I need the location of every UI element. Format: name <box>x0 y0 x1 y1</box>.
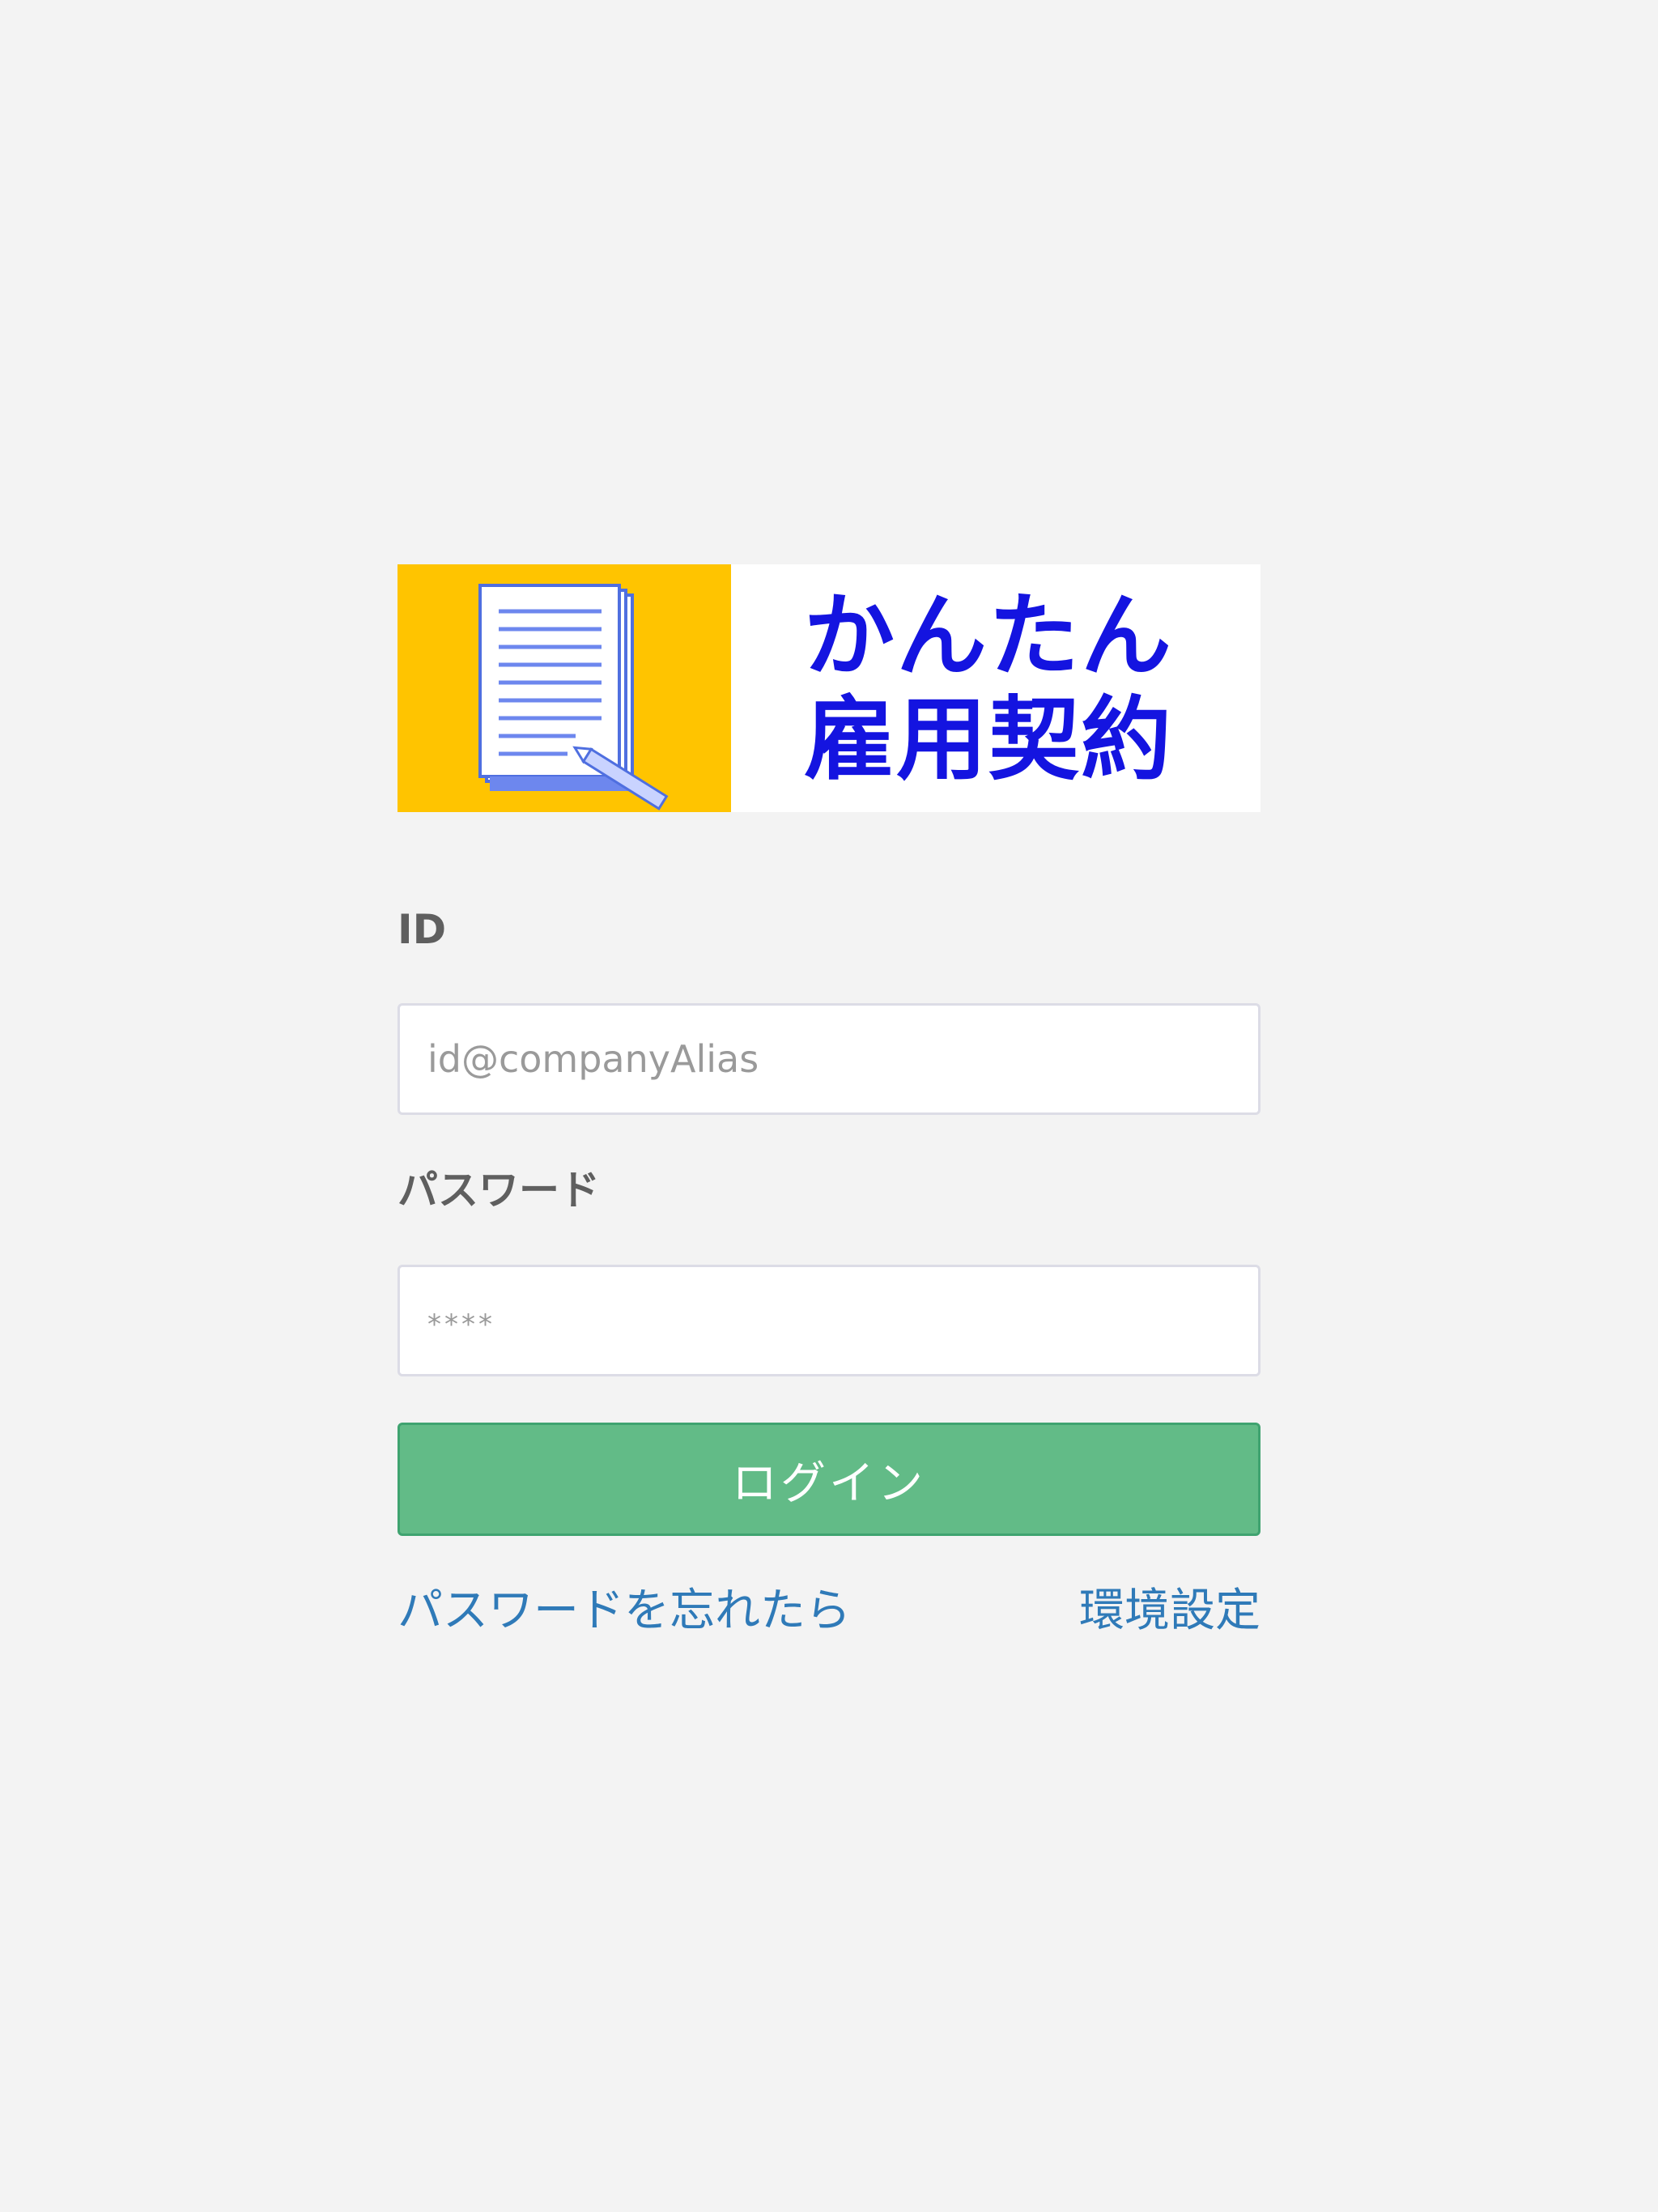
document-pencil-icon <box>478 584 669 810</box>
id-label: ID <box>397 906 447 953</box>
password-input[interactable] <box>397 1265 1261 1376</box>
id-input[interactable] <box>397 1003 1261 1115</box>
logo-title-line1: かんたん <box>804 584 1173 689</box>
login-button[interactable]: ログイン <box>397 1423 1261 1536</box>
logo-title-line2: 雇用契約 <box>804 687 1173 793</box>
password-label: パスワード <box>397 1167 600 1214</box>
forgot-password-link[interactable]: パスワードを忘れたら <box>397 1583 851 1640</box>
logo-icon-panel <box>397 564 731 812</box>
app-logo: かんたん 雇用契約 <box>397 564 1261 812</box>
settings-link[interactable]: 環境設定 <box>1079 1583 1261 1640</box>
logo-text-panel: かんたん 雇用契約 <box>731 564 1261 812</box>
